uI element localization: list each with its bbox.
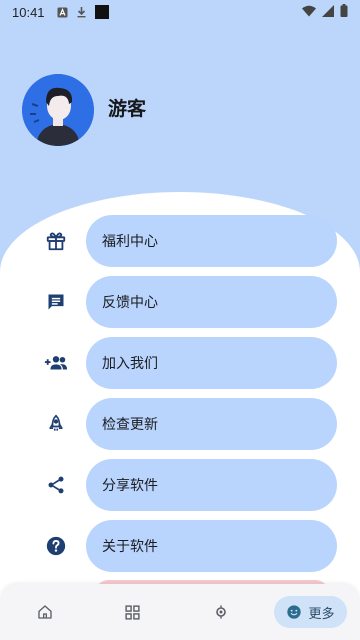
menu-pill-welfare[interactable]: 福利中心	[86, 215, 337, 267]
menu-label-check-update: 检查更新	[102, 416, 158, 432]
avatar[interactable]	[22, 74, 94, 146]
menu-label-about: 关于软件	[102, 538, 158, 554]
nav-explore[interactable]	[209, 596, 233, 628]
feedback-icon	[42, 290, 70, 314]
grid-icon	[124, 604, 140, 620]
menu-label-feedback: 反馈中心	[102, 294, 158, 310]
status-bar: 10:41	[0, 0, 360, 24]
bottom-nav: 更多	[0, 584, 360, 640]
menu-item-join-us[interactable]: 加入我们	[0, 337, 360, 389]
menu-pill-about[interactable]: 关于软件	[86, 520, 337, 572]
nav-more-label: 更多	[308, 605, 335, 621]
username[interactable]: 游客	[108, 94, 146, 121]
menu-item-share[interactable]: 分享软件	[0, 459, 360, 511]
menu-pill-join-us[interactable]: 加入我们	[86, 337, 337, 389]
nav-home[interactable]	[33, 596, 57, 628]
nav-more[interactable]: 更多	[274, 596, 347, 628]
nav-apps[interactable]	[120, 596, 144, 628]
compass-icon	[216, 605, 226, 619]
battery-icon	[340, 4, 348, 20]
menu-item-feedback[interactable]: 反馈中心	[0, 276, 360, 328]
smile-icon	[287, 605, 302, 619]
menu-pill-check-update[interactable]: 检查更新	[86, 398, 337, 450]
share-icon	[42, 473, 70, 497]
menu-item-welfare[interactable]: 福利中心	[0, 215, 360, 267]
home-icon	[38, 605, 52, 619]
menu-label-share: 分享软件	[102, 477, 158, 493]
square-notification-icon	[94, 5, 109, 19]
add-group-icon	[42, 351, 70, 375]
notification-a-icon	[57, 7, 68, 18]
menu-pill-share[interactable]: 分享软件	[86, 459, 337, 511]
rocket-icon	[42, 412, 70, 436]
help-icon	[42, 534, 70, 558]
status-time: 10:41	[12, 4, 45, 20]
menu-pill-feedback[interactable]: 反馈中心	[86, 276, 337, 328]
person-avatar-icon	[22, 74, 94, 146]
gift-icon	[42, 229, 70, 253]
cellular-signal-icon	[322, 4, 334, 20]
download-icon	[76, 6, 87, 18]
menu-item-check-update[interactable]: 检查更新	[0, 398, 360, 450]
wifi-icon	[302, 5, 316, 20]
menu-label-join-us: 加入我们	[102, 355, 158, 371]
menu-label-welfare: 福利中心	[102, 233, 158, 249]
menu-item-about[interactable]: 关于软件	[0, 520, 360, 572]
